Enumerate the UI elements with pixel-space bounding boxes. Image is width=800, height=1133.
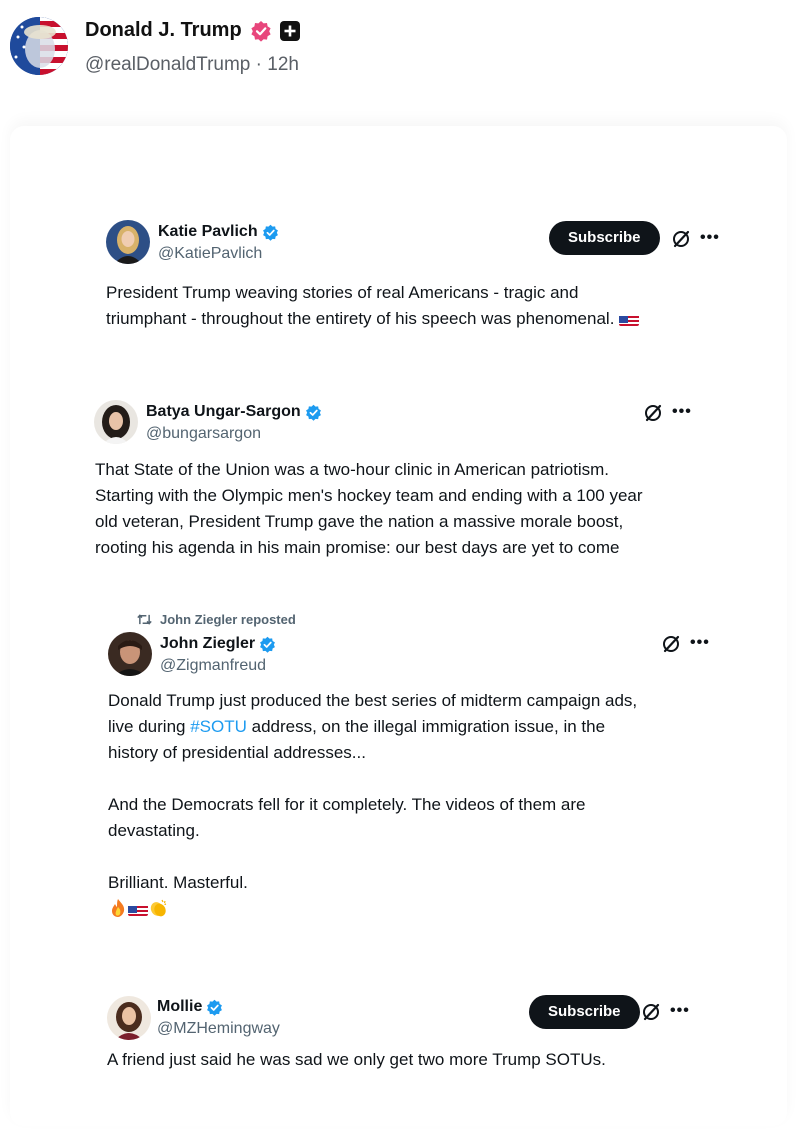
- tweet-text: That State of the Union was a two-hour c…: [95, 457, 643, 561]
- more-options-icon[interactable]: •••: [672, 404, 692, 420]
- us-flag-emoji: [619, 312, 640, 326]
- repost-indicator: John Ziegler reposted: [137, 612, 296, 627]
- avatar[interactable]: [108, 632, 152, 676]
- author-name[interactable]: John Ziegler: [160, 635, 255, 653]
- tweet-mollie[interactable]: Mollie @MZHemingway Subscribe ••• A frie…: [10, 984, 787, 1114]
- author-name[interactable]: Katie Pavlich: [158, 223, 258, 241]
- clapping-hands-emoji-icon: [150, 899, 167, 917]
- tweet-text-line: old veteran, President Trump gave the na…: [95, 512, 624, 531]
- author-avatar[interactable]: [10, 17, 68, 75]
- grok-icon[interactable]: [661, 634, 681, 654]
- tweet-text-line: Starting with the Olympic men's hockey t…: [95, 486, 643, 505]
- post-page: Donald J. Trump @realDonaldTrump · 12h K…: [0, 0, 800, 1133]
- tweet-text-fragment: address, on the illegal immigration issu…: [246, 717, 606, 736]
- post-time[interactable]: 12h: [267, 54, 299, 75]
- avatar[interactable]: [106, 220, 150, 264]
- subscribe-button[interactable]: Subscribe: [549, 221, 660, 255]
- author-handle[interactable]: @realDonaldTrump: [85, 54, 250, 75]
- more-options-icon[interactable]: •••: [670, 1003, 690, 1019]
- tweet-text-line: A friend just said he was sad we only ge…: [107, 1050, 606, 1069]
- tweet-text: A friend just said he was sad we only ge…: [107, 1047, 606, 1073]
- tweet-katie-pavlich[interactable]: Katie Pavlich @KatiePavlich Subscribe ••…: [10, 126, 787, 346]
- tweet-text-line: history of presidential addresses...: [108, 743, 366, 762]
- more-options-icon[interactable]: •••: [690, 635, 710, 651]
- author-meta: @realDonaldTrump · 12h: [85, 54, 299, 76]
- author-name-row[interactable]: Donald J. Trump: [85, 19, 300, 42]
- tweet-author-name[interactable]: John Ziegler: [160, 635, 276, 653]
- plus-badge-icon: [279, 20, 300, 41]
- tweet-text-fragment: live during: [108, 717, 191, 736]
- meta-separator: ·: [255, 54, 262, 75]
- tweet-author-handle[interactable]: @MZHemingway: [157, 1020, 280, 1038]
- avatar[interactable]: [107, 996, 151, 1040]
- tweet-text-line: Brilliant. Masterful.: [108, 873, 248, 892]
- repost-icon: [137, 614, 152, 625]
- hashtag-link[interactable]: #SOTU: [190, 717, 247, 736]
- grok-icon[interactable]: [643, 403, 663, 423]
- verified-badge-icon: [250, 20, 272, 42]
- author-name[interactable]: Batya Ungar-Sargon: [146, 403, 301, 421]
- tweet-text-line: rooting his agenda in his main promise: …: [95, 538, 620, 557]
- verified-badge-icon: [262, 224, 278, 241]
- tweet-text: President Trump weaving stories of real …: [106, 280, 640, 332]
- author-name[interactable]: Donald J. Trump: [85, 19, 242, 42]
- grok-icon[interactable]: [671, 229, 691, 249]
- author-name[interactable]: Mollie: [157, 998, 202, 1016]
- tweet-author-name[interactable]: Katie Pavlich: [158, 223, 279, 241]
- tweet-author-name[interactable]: Batya Ungar-Sargon: [146, 403, 322, 421]
- tweet-author-handle[interactable]: @Zigmanfreud: [160, 657, 266, 675]
- grok-icon[interactable]: [641, 1002, 661, 1022]
- avatar[interactable]: [94, 400, 138, 444]
- tweet-text-line-with-flag: triumphant - throughout the entirety of …: [106, 306, 640, 332]
- tweet-john-ziegler[interactable]: John Ziegler reposted John Ziegler @Zigm…: [10, 606, 787, 936]
- fire-emoji-icon: [112, 899, 125, 917]
- tweet-batya-ungar-sargon[interactable]: Batya Ungar-Sargon @bungarsargon ••• Tha…: [10, 386, 787, 566]
- tweet-author-name[interactable]: Mollie: [157, 998, 223, 1016]
- tweet-text-line: Donald Trump just produced the best seri…: [108, 691, 638, 710]
- tweet-text-line: That State of the Union was a two-hour c…: [95, 460, 610, 479]
- tweet-author-handle[interactable]: @KatiePavlich: [158, 245, 262, 263]
- tweet-text-line: And the Democrats fell for it completely…: [108, 795, 586, 814]
- tweet-text-line: President Trump weaving stories of real …: [106, 283, 579, 302]
- verified-badge-icon: [260, 636, 276, 653]
- emoji-row: [108, 896, 637, 922]
- embedded-image[interactable]: Katie Pavlich @KatiePavlich Subscribe ••…: [10, 126, 787, 1126]
- tweet-text-line: live during #SOTU address, on the illega…: [108, 714, 637, 740]
- repost-label[interactable]: John Ziegler reposted: [160, 612, 296, 627]
- us-flag-emoji: [128, 902, 148, 916]
- tweet-author-handle[interactable]: @bungarsargon: [146, 425, 261, 443]
- verified-badge-icon: [207, 999, 223, 1016]
- tweet-text: Donald Trump just produced the best seri…: [108, 688, 637, 922]
- tweet-text-line: devastating.: [108, 821, 200, 840]
- tweet-text-fragment: triumphant - throughout the entirety of …: [106, 309, 615, 328]
- verified-badge-icon: [305, 404, 321, 421]
- more-options-icon[interactable]: •••: [700, 230, 720, 246]
- subscribe-button[interactable]: Subscribe: [529, 995, 640, 1029]
